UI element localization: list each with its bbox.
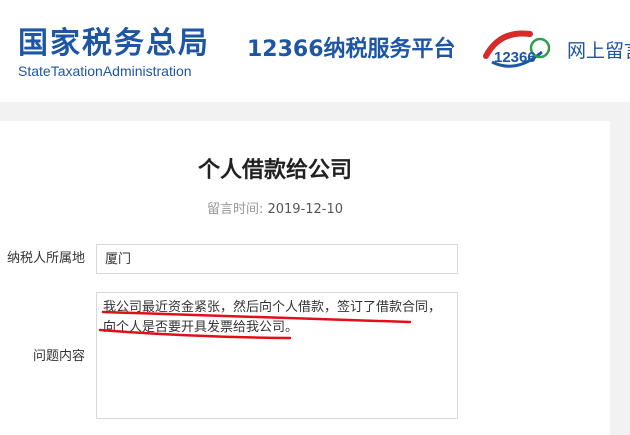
question-content: 我公司最近资金紧张，然后向个人借款，签订了借款合同， 向个人是否要开具发票给我公…: [96, 292, 458, 419]
location-field: 厦门: [96, 244, 458, 274]
12366-badge-icon: 12366: [480, 26, 552, 76]
location-label: 纳税人所属地: [7, 251, 86, 266]
question-title: 个人借款给公司: [197, 158, 352, 183]
svg-text:12366: 12366: [494, 49, 536, 66]
question-card: 个人借款给公司 留言时间: 2019-12-10 纳税人所属地 厦门 问题内容 …: [0, 121, 610, 435]
date-label: 留言时间:: [206, 202, 264, 217]
question-label: 问题内容: [33, 349, 86, 364]
question-line-1: 我公司最近资金紧张，然后向个人借款，签订了借款合同，: [103, 300, 442, 315]
question-line-2: 向个人是否要开具发票给我公司。: [103, 320, 299, 335]
post-date: 留言时间: 2019-12-10: [0, 201, 550, 219]
logo-english: StateTaxationAdministration: [18, 63, 192, 79]
platform-title[interactable]: 12366纳税服务平台: [247, 36, 456, 64]
date-value: 2019-12-10: [267, 202, 344, 217]
logo-chinese[interactable]: 国家税务总局: [18, 26, 210, 62]
online-message-link[interactable]: 网上留言: [567, 38, 630, 64]
site-header: 国家税务总局 StateTaxationAdministration 12366…: [0, 0, 630, 102]
